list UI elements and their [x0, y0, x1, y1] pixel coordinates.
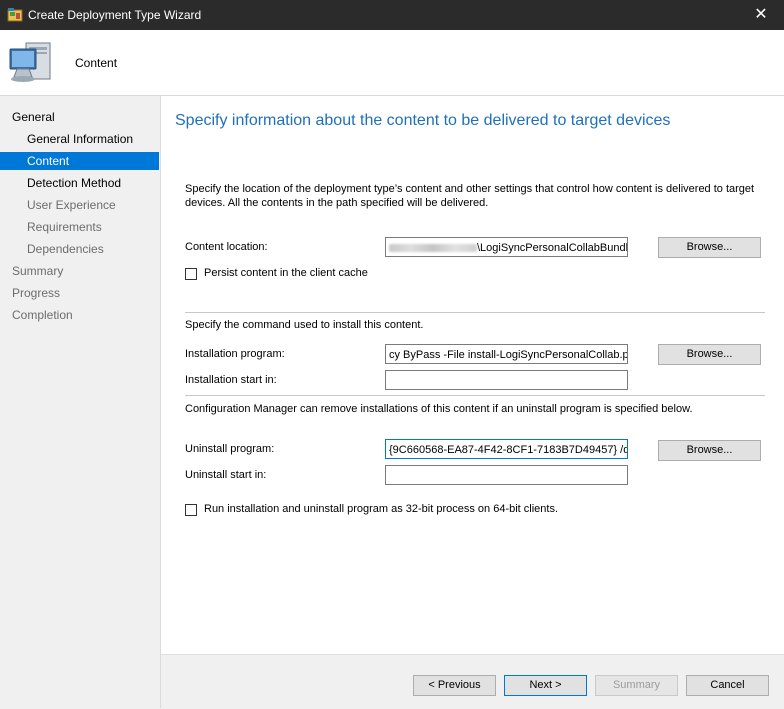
uninstall-program-browse-button[interactable]: Browse...	[658, 440, 761, 461]
installation-program-input[interactable]: cy ByPass -File install-LogiSyncPersonal…	[385, 344, 628, 364]
uninstall-program-input[interactable]: {9C660568-EA87-4F42-8CF1-7183B7D49457} /…	[385, 439, 628, 459]
section-divider	[185, 312, 765, 313]
summary-button: Summary	[595, 675, 678, 696]
redacted-path	[389, 244, 477, 253]
next-button[interactable]: Next >	[504, 675, 587, 696]
close-icon[interactable]: ✕	[738, 0, 784, 30]
window-title: Create Deployment Type Wizard	[28, 8, 202, 22]
content-location-label: Content location:	[185, 241, 268, 253]
nav-item-dependencies: Dependencies	[27, 242, 104, 256]
uninstall-start-label: Uninstall start in:	[185, 469, 267, 481]
wizard-header: Content	[0, 30, 784, 96]
cancel-button[interactable]: Cancel	[686, 675, 769, 696]
nav-item-progress: Progress	[12, 286, 61, 300]
wizard-steps-sidebar: General General Information Content Dete…	[0, 96, 161, 708]
nav-item-summary: Summary	[12, 264, 64, 278]
install-section-text: Specify the command used to install this…	[185, 319, 424, 331]
content-page: Specify information about the content to…	[161, 96, 784, 654]
wizard-app-icon	[7, 8, 23, 22]
content-location-input[interactable]: \LogiSyncPersonalCollabBundle	[385, 237, 628, 257]
content-description: Specify the location of the deployment t…	[185, 183, 755, 209]
nav-item-general-information[interactable]: General Information	[0, 130, 159, 148]
page-heading: Specify information about the content to…	[175, 112, 671, 129]
run-32bit-label: Run installation and uninstall program a…	[204, 503, 559, 515]
section-divider	[185, 395, 765, 396]
content-location-browse-button[interactable]: Browse...	[658, 237, 761, 258]
uninstall-program-label: Uninstall program:	[185, 443, 275, 455]
title-bar: Create Deployment Type Wizard ✕	[0, 0, 784, 30]
nav-item-general: General	[12, 110, 55, 124]
page-title: Content	[75, 56, 118, 70]
nav-item-detection-method[interactable]: Detection Method	[0, 174, 159, 192]
uninstall-section-text: Configuration Manager can remove install…	[185, 403, 693, 415]
installation-program-browse-button[interactable]: Browse...	[658, 344, 761, 365]
uninstall-start-input[interactable]	[385, 465, 628, 485]
nav-item-completion: Completion	[12, 308, 73, 322]
nav-item-user-experience: User Experience	[27, 198, 116, 212]
installation-start-input[interactable]	[385, 370, 628, 390]
nav-item-content[interactable]: Content	[0, 152, 159, 170]
persist-content-label: Persist content in the client cache	[204, 267, 368, 279]
previous-button[interactable]: < Previous	[413, 675, 496, 696]
nav-item-requirements: Requirements	[27, 220, 102, 234]
installation-start-label: Installation start in:	[185, 374, 277, 386]
wizard-footer: < Previous Next > Summary Cancel	[161, 654, 784, 709]
persist-content-checkbox[interactable]	[185, 268, 197, 280]
installation-program-label: Installation program:	[185, 348, 285, 360]
run-32bit-checkbox[interactable]	[185, 504, 197, 516]
computer-icon	[9, 42, 51, 82]
content-location-value: \LogiSyncPersonalCollabBundle	[477, 242, 628, 254]
